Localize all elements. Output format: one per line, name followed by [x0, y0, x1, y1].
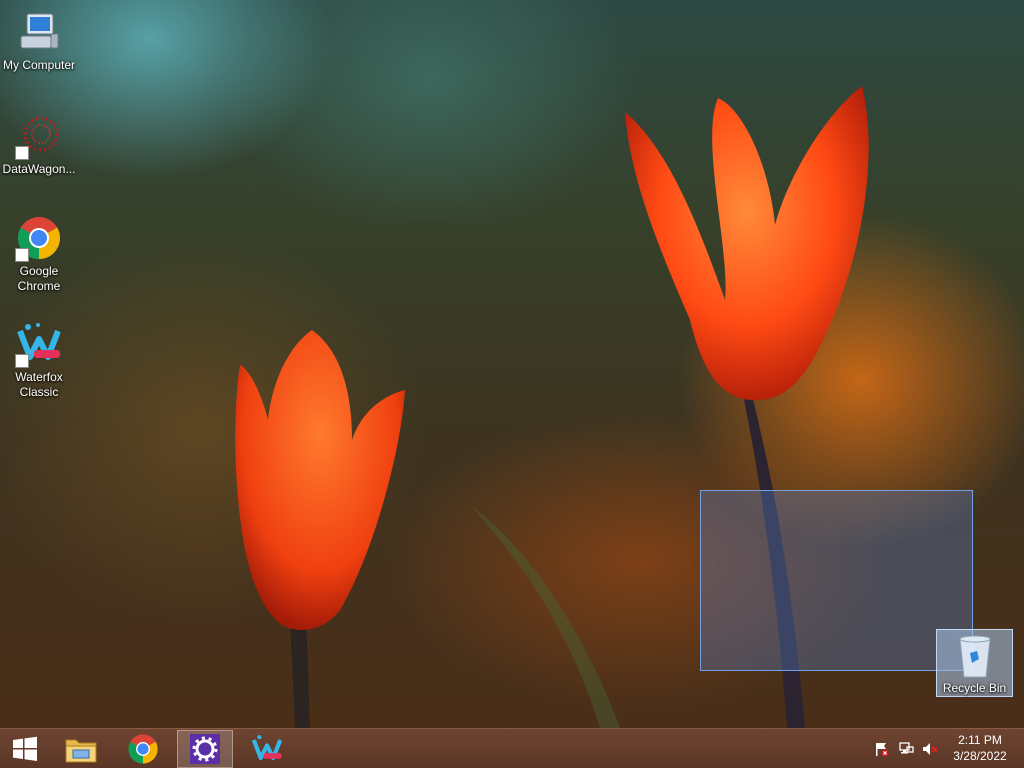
desktop-icon-my-computer[interactable]: My Computer — [0, 8, 78, 73]
action-center-flag-icon[interactable] — [873, 741, 889, 757]
taskbar: 2:11 PM 3/28/2022 — [0, 728, 1024, 768]
volume-muted-icon[interactable] — [922, 741, 938, 757]
recycle-bin-icon — [951, 632, 999, 679]
desktop-icon-google-chrome[interactable]: Google Chrome — [0, 214, 78, 294]
taskbar-clock[interactable]: 2:11 PM 3/28/2022 — [944, 732, 1016, 764]
desktop-icon-datawagon[interactable]: DataWagon... — [0, 112, 78, 177]
system-tray: 2:11 PM 3/28/2022 — [0, 729, 1024, 769]
clock-time: 2:11 PM — [958, 733, 1002, 747]
shortcut-arrow-icon — [15, 248, 29, 262]
datawagon-icon — [15, 112, 63, 160]
clock-date: 3/28/2022 — [953, 749, 1007, 763]
computer-icon — [15, 8, 63, 56]
shortcut-arrow-icon — [15, 354, 29, 368]
desktop-icon-waterfox-classic[interactable]: Waterfox Classic — [0, 320, 78, 400]
desktop-icon-label: My Computer — [2, 58, 76, 72]
desktop-icon-label: Google Chrome — [17, 264, 61, 293]
desktop[interactable]: My Computer DataWagon... Google Chrome W… — [0, 0, 1024, 728]
desktop-icon-label: Waterfox Classic — [15, 370, 63, 399]
desktop-icon-label: DataWagon... — [2, 162, 76, 176]
network-icon[interactable] — [898, 741, 914, 757]
selection-rectangle — [700, 490, 973, 671]
desktop-icon-label: Recycle Bin — [942, 681, 1007, 695]
shortcut-arrow-icon — [15, 146, 29, 160]
waterfox-icon — [15, 320, 63, 368]
desktop-icon-recycle-bin[interactable]: Recycle Bin — [936, 629, 1013, 697]
chrome-icon — [15, 214, 63, 262]
